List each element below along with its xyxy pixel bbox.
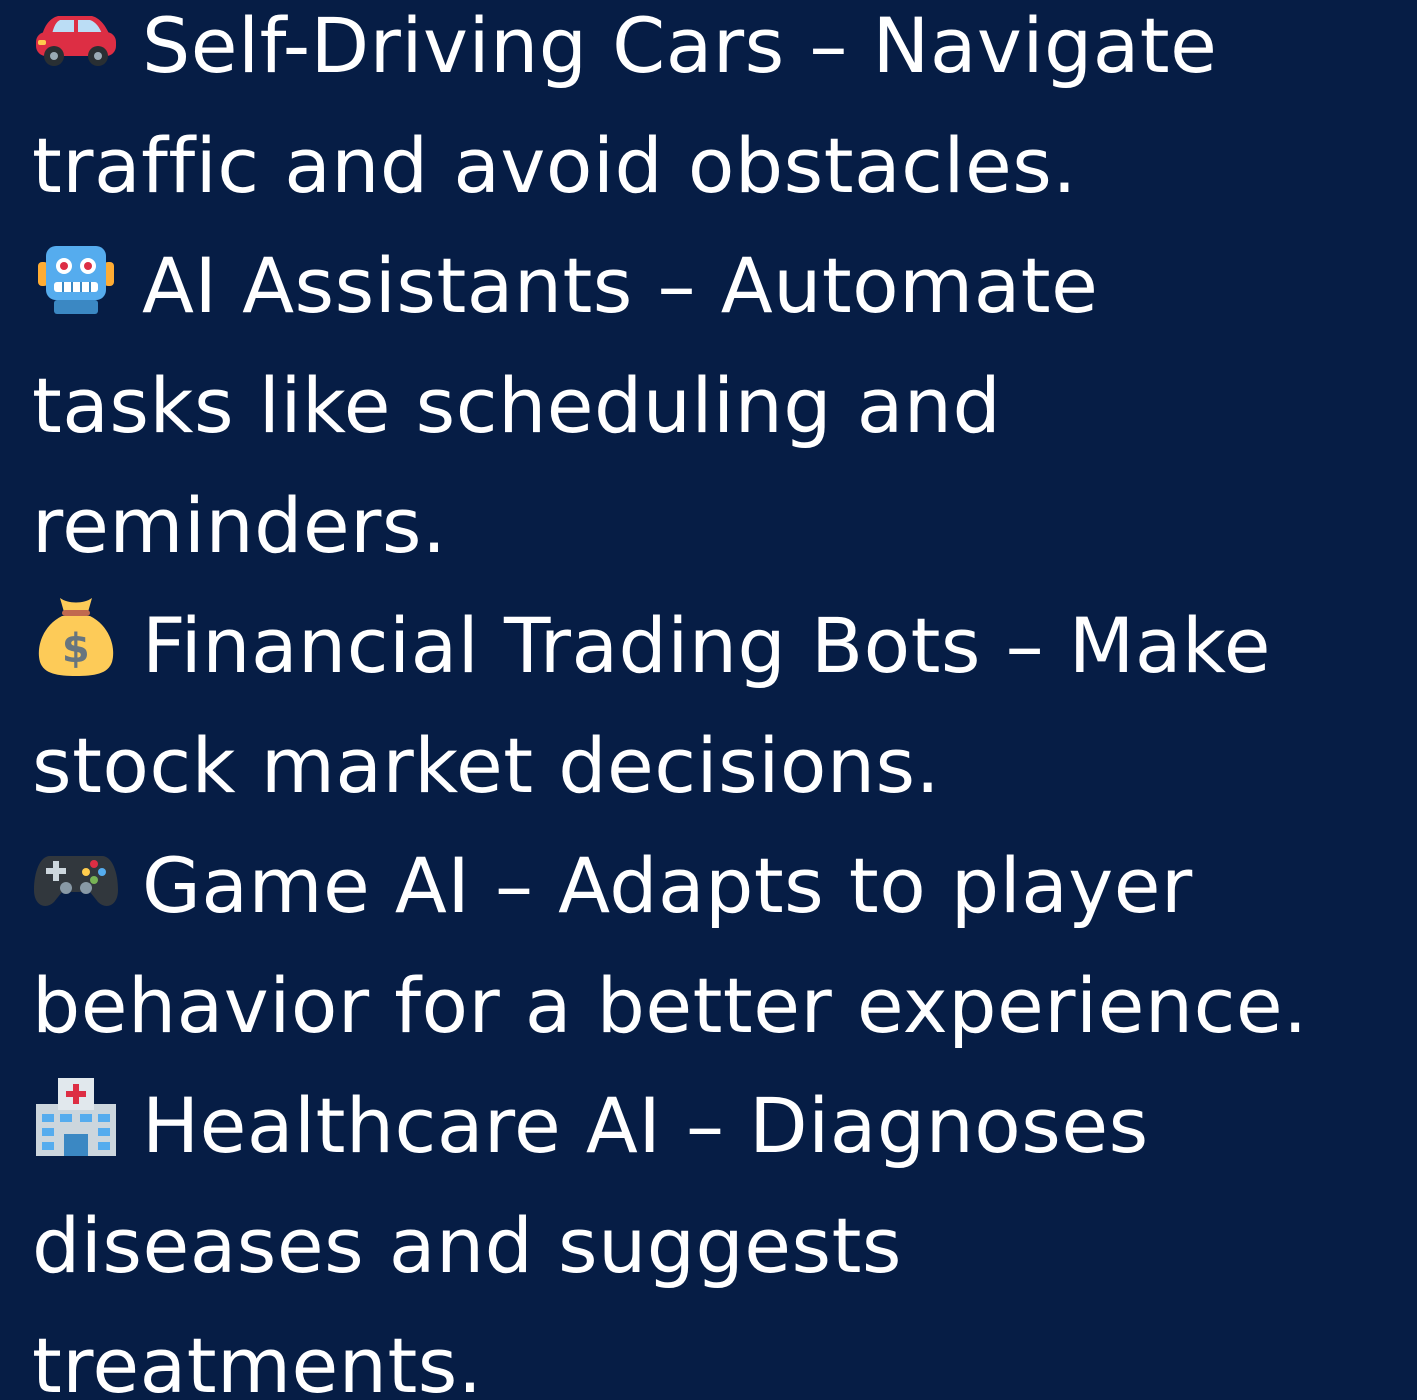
list-item-ai-assistants-line-2: tasks like scheduling and <box>32 361 1002 450</box>
game-controller-icon <box>32 832 120 920</box>
list-item-self-driving-cars-line-1: Self-Driving Cars – Navigate <box>32 0 1407 106</box>
list-item-ai-assistants-line-3: reminders. <box>32 481 447 570</box>
list-item-game-ai-line-1: Game AI – Adapts to player <box>32 826 1407 946</box>
list-item-financial-trading-bots-line-1: $ Financial Trading Bots – Make <box>32 586 1407 706</box>
list-item-healthcare-ai-line-1: Healthcare AI – Diagnoses <box>32 1066 1407 1186</box>
robot-icon <box>32 232 120 320</box>
svg-text:$: $ <box>62 626 90 672</box>
ai-applications-list: Self-Driving Cars – Navigate traffic and… <box>32 0 1407 1400</box>
list-item-financial-trading-bots-line-2: stock market decisions. <box>32 721 941 810</box>
hospital-icon <box>32 1072 120 1160</box>
list-item-healthcare-ai-line-2: diseases and suggests <box>32 1201 903 1290</box>
list-item-ai-assistants-line-1: AI Assistants – Automate <box>32 226 1407 346</box>
list-item-game-ai-line-2: behavior for a better experience. <box>32 961 1308 1050</box>
money-bag-icon: $ <box>32 592 120 680</box>
list-item-healthcare-ai-line-3: treatments. <box>32 1321 483 1400</box>
car-icon <box>32 0 120 80</box>
page-background: Self-Driving Cars – Navigate traffic and… <box>0 0 1417 1400</box>
list-item-self-driving-cars-line-2: traffic and avoid obstacles. <box>32 121 1078 210</box>
